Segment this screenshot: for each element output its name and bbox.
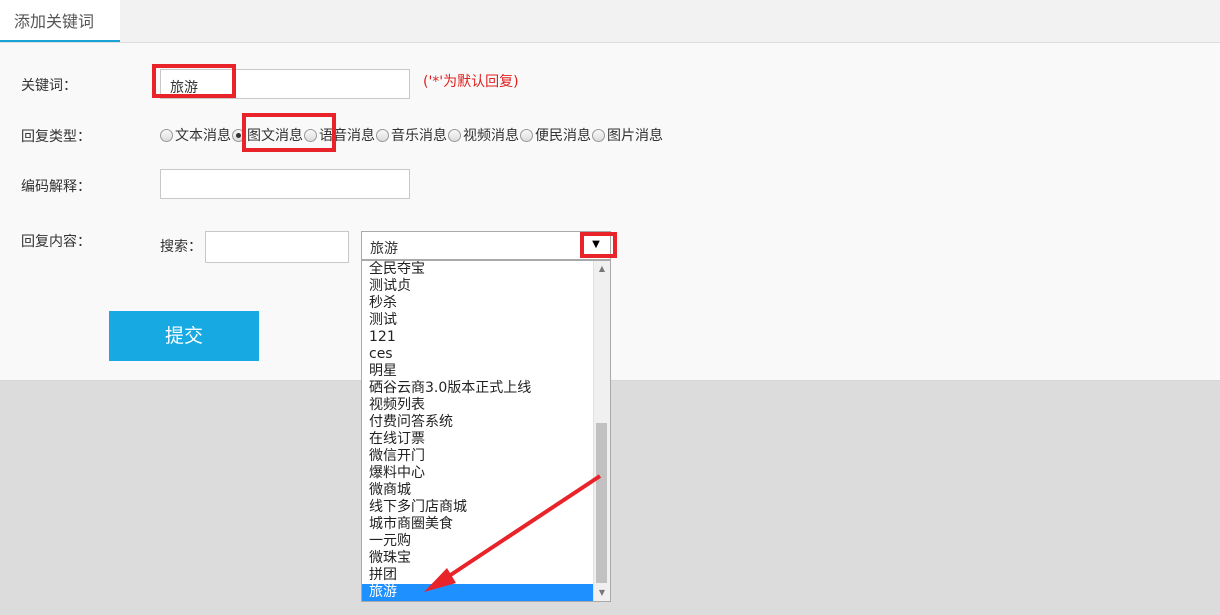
- annotation-arrow: [424, 474, 602, 592]
